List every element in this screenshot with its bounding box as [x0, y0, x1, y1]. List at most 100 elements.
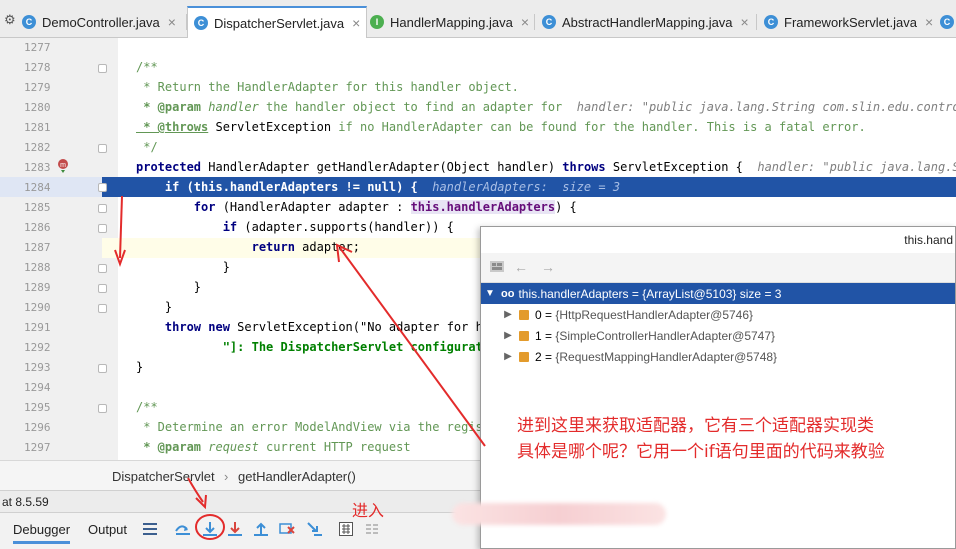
tree-item-index: 0: [535, 307, 542, 322]
line-number: 1295: [24, 401, 51, 414]
inline-debug-hint: handler: "public java.lang.Strin: [757, 160, 956, 174]
tree-item-value: {SimpleControllerHandlerAdapter@5747}: [555, 328, 776, 343]
line-number: 1281: [24, 121, 51, 134]
keyword: new: [208, 320, 230, 334]
line-number: 1291: [24, 321, 51, 334]
tree-item-row[interactable]: ▶ 0 = {HttpRequestHandlerAdapter@5746}: [481, 304, 955, 325]
tab-overflow[interactable]: C: [940, 8, 956, 36]
line-number: 1285: [24, 201, 51, 214]
step-over-icon[interactable]: [200, 519, 220, 539]
code-line-1288: }: [136, 260, 230, 274]
tab-dispatcher-servlet[interactable]: C DispatcherServlet.java ×: [187, 6, 368, 38]
line-number: 1290: [24, 301, 51, 314]
breadcrumb-class[interactable]: DispatcherServlet: [112, 469, 215, 484]
tab-label: DemoController.java: [42, 14, 160, 30]
javadoc-text: the handler object to find an adapter fo…: [258, 100, 563, 114]
tab-debugger[interactable]: Debugger: [13, 522, 71, 544]
code-text: }: [193, 280, 202, 294]
code-line-1290: }: [136, 300, 172, 314]
code-line-1296: * Determine an error ModelAndView via th…: [136, 420, 491, 434]
tab-divider: [534, 14, 535, 30]
code-text: }: [164, 300, 173, 314]
tab-label: HandlerMapping.java: [390, 14, 513, 30]
line-number: 1282: [24, 141, 51, 154]
code-line-1284: if (this.handlerAdapters != null) { hand…: [136, 180, 620, 194]
forward-arrow-icon[interactable]: →: [541, 259, 555, 275]
tab-abstract-handler-mapping[interactable]: C AbstractHandlerMapping.java ×: [542, 8, 749, 36]
view-icon[interactable]: [489, 259, 505, 276]
settings-gear-icon[interactable]: ⚙: [4, 12, 16, 28]
tab-divider: [756, 14, 757, 30]
code-text: if (this.handlerAdapters != null) {: [136, 180, 418, 194]
evaluate-expression-icon[interactable]: [336, 519, 356, 539]
fold-marker[interactable]: [98, 204, 107, 213]
tab-handler-mapping[interactable]: I HandlerMapping.java ×: [370, 8, 529, 36]
menu-lines-icon[interactable]: [140, 519, 160, 539]
close-icon[interactable]: ×: [521, 14, 529, 30]
run-to-cursor-icon[interactable]: [304, 519, 324, 539]
fold-marker[interactable]: [98, 404, 107, 413]
tab-demo-controller[interactable]: C DemoController.java ×: [22, 8, 176, 36]
inline-debug-hint: handler: "public java.lang.String com.sl…: [576, 100, 956, 114]
svg-text:m: m: [60, 162, 66, 169]
tree-item-row[interactable]: ▶ 2 = {RequestMappingHandlerAdapter@5748…: [481, 346, 955, 367]
string-literal: "]: The DispatcherServlet configurati: [222, 340, 491, 354]
server-label[interactable]: at 8.5.59: [2, 495, 49, 509]
code-text: ServletException("No adapter for ha: [229, 320, 491, 334]
field-reference: this.handlerAdapters: [410, 200, 556, 214]
class-icon: C: [542, 15, 556, 29]
class-icon: C: [194, 16, 208, 30]
close-icon[interactable]: ×: [925, 14, 933, 30]
fold-marker[interactable]: [98, 264, 107, 273]
fold-marker[interactable]: [98, 304, 107, 313]
close-icon[interactable]: ×: [741, 14, 749, 30]
keyword: throws: [562, 160, 606, 174]
tree-item-row[interactable]: ▶ 1 = {SimpleControllerHandlerAdapter@57…: [481, 325, 955, 346]
expand-chevron-icon[interactable]: ▶: [501, 351, 515, 362]
javadoc-param: handler: [201, 100, 259, 114]
expand-chevron-icon[interactable]: ▶: [501, 330, 515, 341]
tab-label: DispatcherServlet.java: [214, 15, 345, 31]
trace-stream-icon[interactable]: [362, 519, 382, 539]
fold-marker[interactable]: [98, 64, 107, 73]
fold-marker[interactable]: [98, 364, 107, 373]
variable-inspector-popup[interactable]: this.hand ← → ▼ oo this.handlerAdapters …: [480, 226, 956, 549]
step-out-icon[interactable]: [251, 519, 271, 539]
fold-marker[interactable]: [98, 144, 107, 153]
show-execution-point-icon[interactable]: [173, 519, 193, 539]
code-text: }: [222, 260, 230, 274]
tab-output[interactable]: Output: [88, 522, 127, 537]
field-icon: [519, 330, 529, 341]
fold-marker[interactable]: [98, 284, 107, 293]
tree-item-index: 2: [535, 349, 542, 364]
close-icon[interactable]: ×: [352, 15, 360, 31]
code-line-1297: * @param request current HTTP request: [136, 440, 411, 454]
close-icon[interactable]: ×: [168, 14, 176, 30]
breadcrumb-method[interactable]: getHandlerAdapter(): [238, 469, 356, 484]
field-icon: [519, 309, 529, 320]
watch-icon: oo: [501, 287, 515, 300]
tree-root-row[interactable]: ▼ oo this.handlerAdapters = {ArrayList@5…: [481, 283, 955, 304]
method-override-icon[interactable]: m: [56, 158, 70, 174]
tab-framework-servlet[interactable]: C FrameworkServlet.java ×: [764, 8, 933, 36]
line-number: 1296: [24, 421, 51, 434]
back-arrow-icon[interactable]: ←: [514, 259, 528, 275]
keyword: if: [222, 220, 238, 234]
step-into-icon[interactable]: [225, 519, 245, 539]
code-text: adapter;: [294, 240, 360, 254]
fold-marker[interactable]: [98, 224, 107, 233]
javadoc-exception: ServletException: [208, 120, 332, 134]
class-icon: C: [940, 15, 954, 29]
field-icon: [519, 351, 529, 362]
javadoc-text: current HTTP request: [258, 440, 411, 454]
code-line-1279: * Return the HandlerAdapter for this han…: [136, 80, 519, 94]
expand-chevron-icon[interactable]: ▼: [483, 288, 497, 299]
drop-frame-icon[interactable]: [277, 519, 297, 539]
keyword: throw: [164, 320, 202, 334]
line-number: 1289: [24, 281, 51, 294]
annotation-enter: 进入: [352, 501, 385, 520]
code-line-1283: protected HandlerAdapter getHandlerAdapt…: [136, 160, 956, 174]
line-number: 1287: [24, 241, 51, 254]
fold-marker[interactable]: [98, 183, 107, 192]
expand-chevron-icon[interactable]: ▶: [501, 309, 515, 320]
